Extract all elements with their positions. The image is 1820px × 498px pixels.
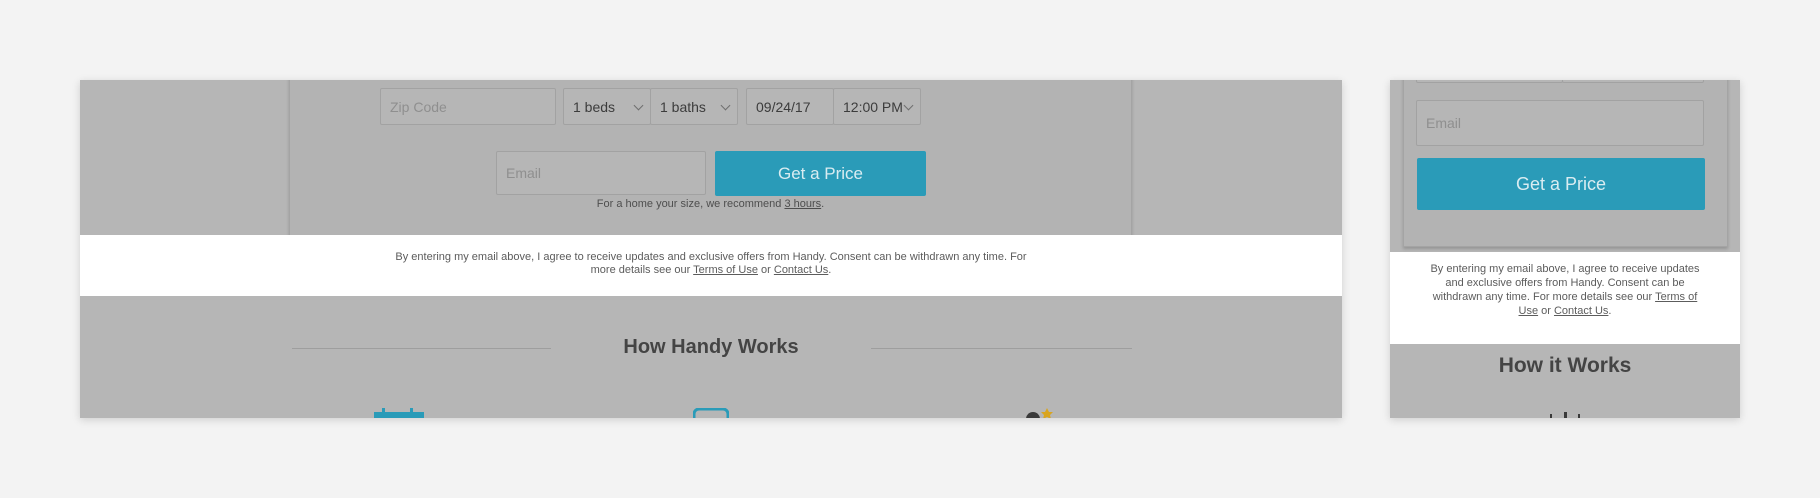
time-select[interactable]: 12:00 PM	[833, 88, 921, 125]
get-price-label: Get a Price	[1515, 173, 1607, 194]
baths-select[interactable]: 1 baths	[650, 88, 738, 125]
star-cleaner-icon	[1026, 408, 1053, 418]
section-title: How Handy Works	[623, 336, 799, 358]
chevron-down-icon	[903, 100, 914, 110]
consent-or: or	[1538, 305, 1554, 317]
calendar-icon	[374, 408, 424, 418]
consent-notice: By entering my email above, I agree to r…	[1390, 252, 1740, 344]
calendar-icon	[1550, 412, 1580, 418]
time-select[interactable]	[1562, 80, 1704, 83]
date-value: 09/24/17	[756, 98, 811, 115]
recommendation-suffix: .	[821, 198, 825, 210]
mobile-preview: Email Get a Price By entering my email a…	[1390, 80, 1740, 418]
recommendation-prefix: For a home your size, we recommend	[596, 198, 785, 210]
chevron-down-icon	[720, 100, 731, 110]
beds-select[interactable]: 1 beds	[563, 88, 651, 125]
consent-end: .	[828, 264, 832, 276]
recommended-hours-link[interactable]: 3 hours	[784, 198, 821, 210]
desktop-preview: Zip Code 1 beds 1 baths 09/24/17 12:00 P…	[80, 80, 1342, 418]
get-price-button[interactable]: Get a Price	[715, 151, 926, 196]
booking-form-card: Email Get a Price	[1403, 80, 1728, 247]
zip-code-placeholder: Zip Code	[390, 98, 447, 115]
beds-value: 1 beds	[573, 98, 616, 115]
chevron-down-icon	[633, 100, 644, 110]
contact-us-link[interactable]: Contact Us	[1554, 305, 1608, 317]
consent-end: .	[1608, 305, 1612, 317]
time-value: 12:00 PM	[843, 98, 903, 115]
section-title: How it Works	[1498, 354, 1632, 377]
email-placeholder: Email	[1426, 115, 1462, 131]
consent-or: or	[757, 264, 774, 276]
consent-notice: By entering my email above, I agree to r…	[80, 235, 1342, 296]
date-input[interactable]	[1416, 80, 1563, 83]
recommendation-text: For a home your size, we recommend 3 hou…	[290, 198, 1131, 210]
date-input[interactable]: 09/24/17	[746, 88, 834, 125]
email-field[interactable]: Email	[496, 151, 706, 195]
contact-us-link[interactable]: Contact Us	[774, 264, 828, 276]
booking-form-card: Zip Code 1 beds 1 baths 09/24/17 12:00 P…	[289, 80, 1132, 236]
email-placeholder: Email	[506, 165, 542, 181]
zip-code-input[interactable]: Zip Code	[380, 88, 556, 125]
get-price-button[interactable]: Get a Price	[1417, 158, 1705, 210]
phone-icon	[693, 408, 729, 418]
get-price-label: Get a Price	[777, 163, 864, 183]
terms-of-use-link[interactable]: Terms of Use	[693, 264, 758, 276]
email-field[interactable]: Email	[1416, 100, 1704, 146]
baths-value: 1 baths	[660, 98, 706, 115]
